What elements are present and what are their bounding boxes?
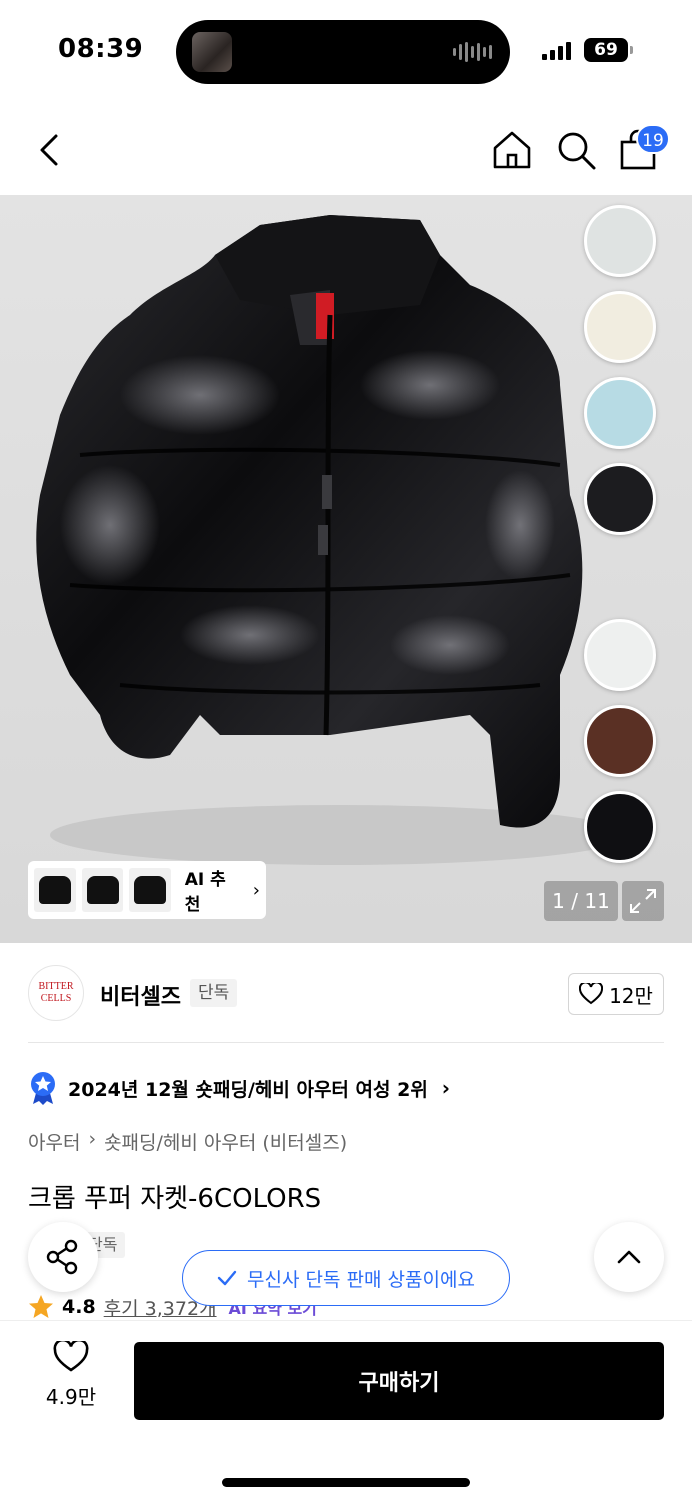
heart-icon <box>53 1338 89 1372</box>
battery-icon: 69 <box>584 38 628 62</box>
color-swatch-5[interactable] <box>584 619 656 691</box>
status-time: 08:39 <box>58 34 144 64</box>
brand-logo-text: BITTER <box>38 981 74 992</box>
home-icon[interactable] <box>490 128 534 172</box>
product-image-gallery[interactable]: AI 추천 › 1 / 11 <box>0 195 692 943</box>
bottom-action-bar: 4.9만 구매하기 <box>0 1320 692 1500</box>
battery-cap <box>630 46 633 54</box>
share-button[interactable] <box>28 1222 98 1292</box>
ai-thumb <box>129 868 171 912</box>
color-swatch-3[interactable] <box>584 377 656 449</box>
ranking-text: 2024년 12월 숏패딩/헤비 아우터 여성 2위 <box>68 1078 428 1101</box>
heart-icon <box>579 983 604 1005</box>
brand-logo[interactable]: BITTER CELLS <box>28 965 84 1021</box>
cellular-signal-icon <box>542 40 571 60</box>
rating-value: 4.8 <box>62 1296 96 1318</box>
ai-thumb <box>34 868 76 912</box>
breadcrumb-category[interactable]: 아우터 <box>28 1128 80 1155</box>
color-swatch-7[interactable] <box>584 791 656 863</box>
chevron-up-icon <box>617 1250 641 1264</box>
chevron-right-icon: › <box>441 1076 451 1100</box>
exclusive-badge: 단독 <box>190 979 238 1007</box>
top-nav <box>0 100 692 195</box>
now-playing-artwork <box>192 32 232 72</box>
breadcrumb-subcategory[interactable]: 숏패딩/헤비 아우터 (비터셀즈) <box>104 1128 347 1155</box>
search-icon[interactable] <box>554 128 598 172</box>
brand-logo-text: CELLS <box>40 993 72 1004</box>
home-indicator <box>222 1478 470 1487</box>
brand-name[interactable]: 비터셀즈 <box>100 979 181 1011</box>
check-icon <box>217 1270 237 1286</box>
color-swatch-2[interactable] <box>584 291 656 363</box>
product-title: 크롭 푸퍼 자켓-6COLORS <box>28 1184 322 1214</box>
wishlist-count: 4.9만 <box>45 1385 97 1409</box>
back-icon[interactable] <box>30 128 70 172</box>
ranking-link[interactable]: 2024년 12월 숏패딩/헤비 아우터 여성 2위 › <box>28 1070 450 1106</box>
buy-button[interactable]: 구매하기 <box>134 1342 664 1420</box>
audio-wave-icon <box>453 42 492 62</box>
chevron-right-icon: › <box>88 1128 97 1150</box>
breadcrumb: 아우터 › 숏패딩/헤비 아우터 (비터셀즈) <box>28 1128 347 1155</box>
expand-icon[interactable] <box>622 881 664 921</box>
ai-thumb <box>81 868 124 912</box>
ai-recommend-button[interactable]: AI 추천 › <box>28 861 266 919</box>
star-icon <box>29 1295 53 1318</box>
color-swatch-6[interactable] <box>584 705 656 777</box>
divider <box>28 1042 664 1043</box>
brand-like-button[interactable]: 12만 <box>568 973 664 1015</box>
wishlist-button[interactable]: 4.9만 <box>36 1338 106 1421</box>
toast-text: 무신사 단독 판매 상품이에요 <box>247 1268 475 1291</box>
dynamic-island[interactable] <box>176 20 510 84</box>
share-icon <box>46 1239 78 1275</box>
brand-row: BITTER CELLS 비터셀즈 단독 12만 <box>0 943 692 1043</box>
exclusive-toast: 무신사 단독 판매 상품이에요 <box>182 1250 510 1306</box>
ai-recommend-label: AI 추천 <box>184 870 226 915</box>
ranking-medal-icon <box>31 1072 55 1105</box>
color-swatch-1[interactable] <box>584 205 656 277</box>
status-bar: 08:39 69 <box>0 0 692 100</box>
image-counter: 1 / 11 <box>544 881 618 921</box>
color-swatch-4[interactable] <box>584 463 656 535</box>
chevron-right-icon: › <box>252 879 260 901</box>
scroll-top-button[interactable] <box>594 1222 664 1292</box>
cart-count-badge: 19 <box>636 124 670 154</box>
brand-like-count: 12만 <box>609 983 653 1008</box>
